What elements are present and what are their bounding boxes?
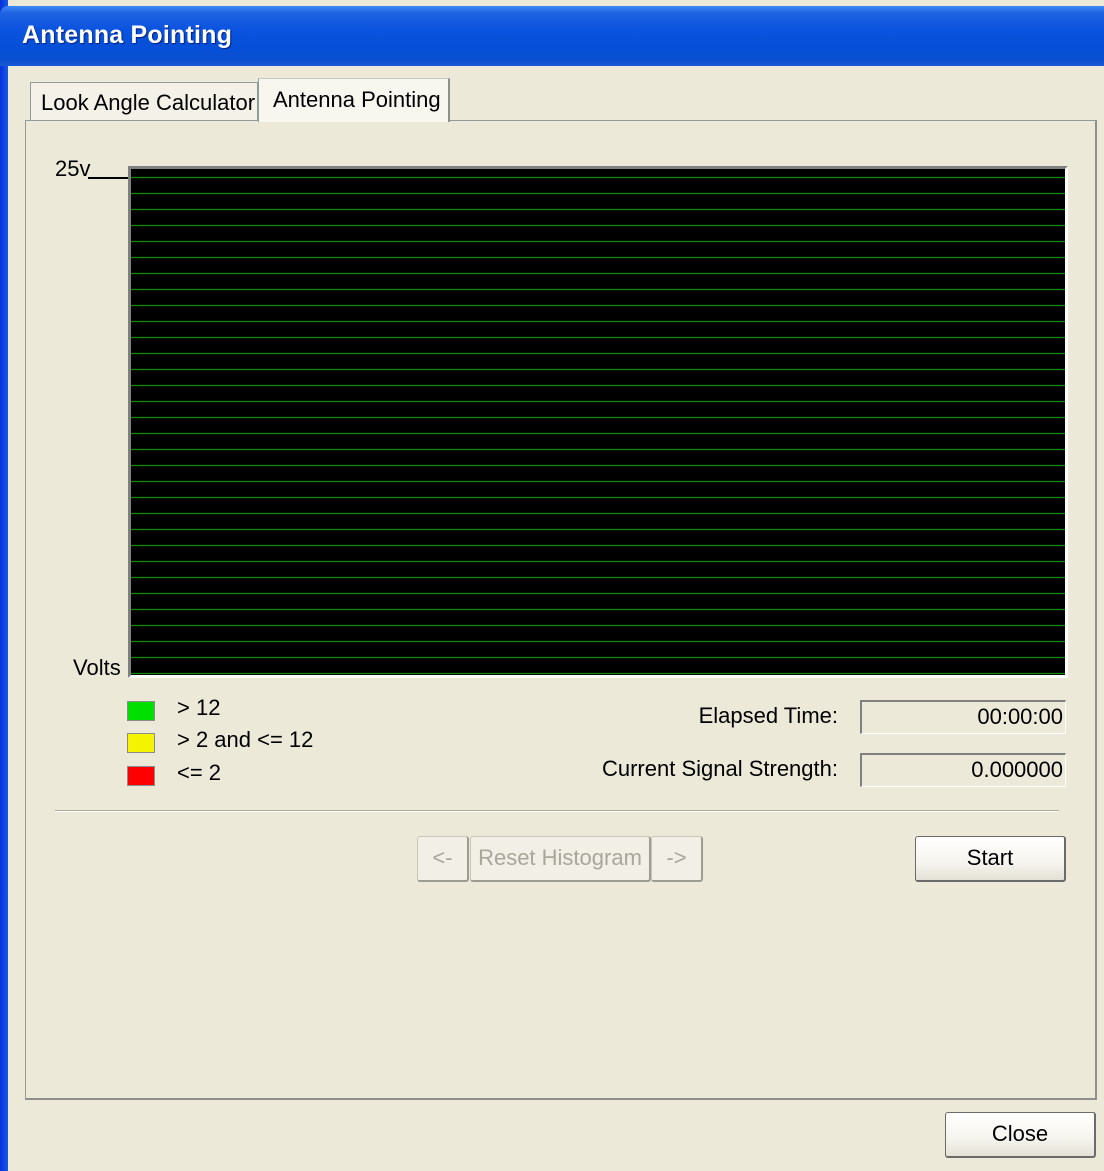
y-axis-unit-label: Volts xyxy=(73,655,121,680)
start-button[interactable]: Start xyxy=(915,836,1066,882)
window-frame-left xyxy=(0,0,8,1171)
legend-label: > 2 and <= 12 xyxy=(177,727,314,752)
legend-swatch-green xyxy=(127,701,155,721)
signal-strength-field: 0.000000 xyxy=(860,753,1066,787)
legend-label: <= 2 xyxy=(177,760,222,785)
antenna-pointing-window: Antenna Pointing Look Angle Calculator A… xyxy=(0,0,1104,1171)
tab-label: Antenna Pointing xyxy=(273,87,441,112)
y-axis-max-tick xyxy=(88,177,128,179)
previous-button[interactable]: <- xyxy=(417,836,469,882)
elapsed-time-field: 00:00:00 xyxy=(860,700,1066,734)
elapsed-time-label: Elapsed Time: xyxy=(698,703,838,728)
title-bar[interactable]: Antenna Pointing xyxy=(0,6,1104,66)
tab-label: Look Angle Calculator xyxy=(41,90,256,115)
window-title: Antenna Pointing xyxy=(22,21,233,49)
signal-strength-label: Current Signal Strength: xyxy=(601,756,838,781)
close-button[interactable]: Close xyxy=(945,1112,1096,1158)
histogram-plot-area xyxy=(131,176,1065,675)
legend-label: > 12 xyxy=(177,695,221,720)
legend-swatch-red xyxy=(127,766,155,786)
next-button[interactable]: -> xyxy=(651,836,703,882)
tab-antenna-pointing[interactable]: Antenna Pointing xyxy=(258,78,450,122)
y-axis-max-label: 25v xyxy=(55,156,91,181)
histogram-chart xyxy=(128,166,1068,678)
separator-line xyxy=(55,810,1059,812)
tab-look-angle-calculator[interactable]: Look Angle Calculator xyxy=(30,82,258,122)
legend-swatch-yellow xyxy=(127,733,155,753)
reset-histogram-button[interactable]: Reset Histogram xyxy=(470,836,651,882)
